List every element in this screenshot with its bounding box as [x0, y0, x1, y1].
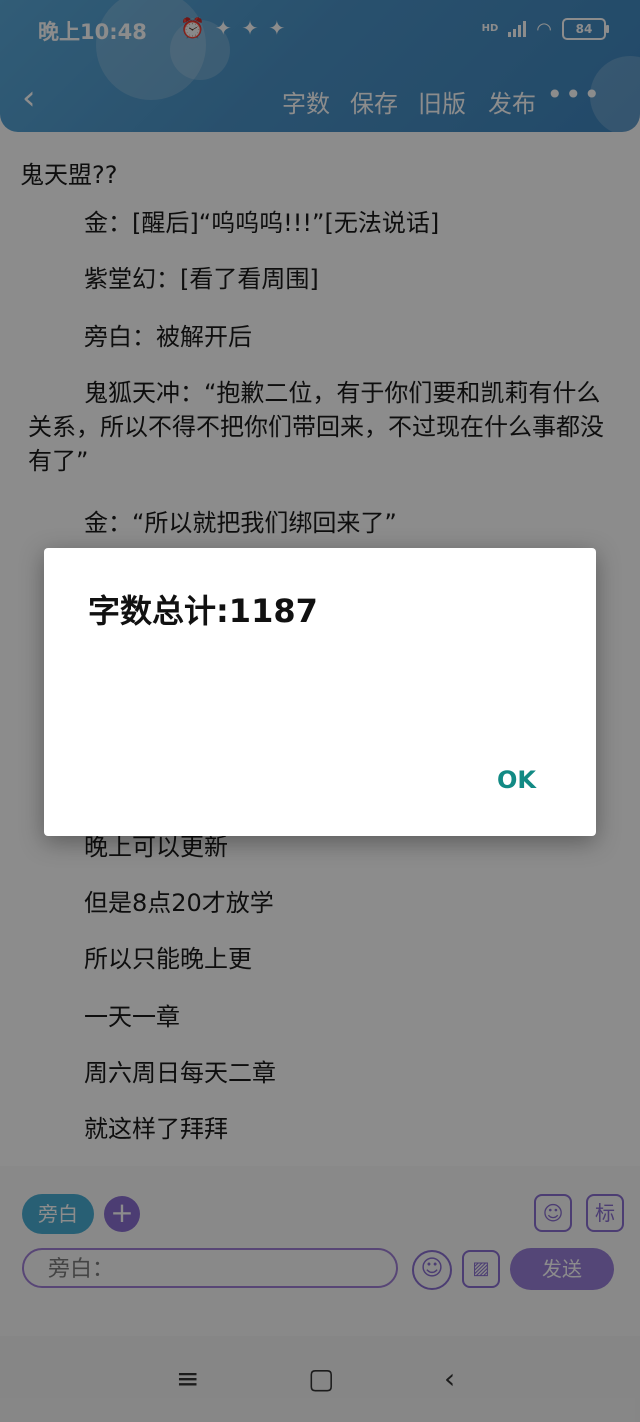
ok-button[interactable]: OK: [497, 766, 536, 794]
dialog-title: 字数总计:1187: [88, 592, 318, 630]
word-count-dialog: 字数总计:1187 OK: [44, 548, 596, 836]
